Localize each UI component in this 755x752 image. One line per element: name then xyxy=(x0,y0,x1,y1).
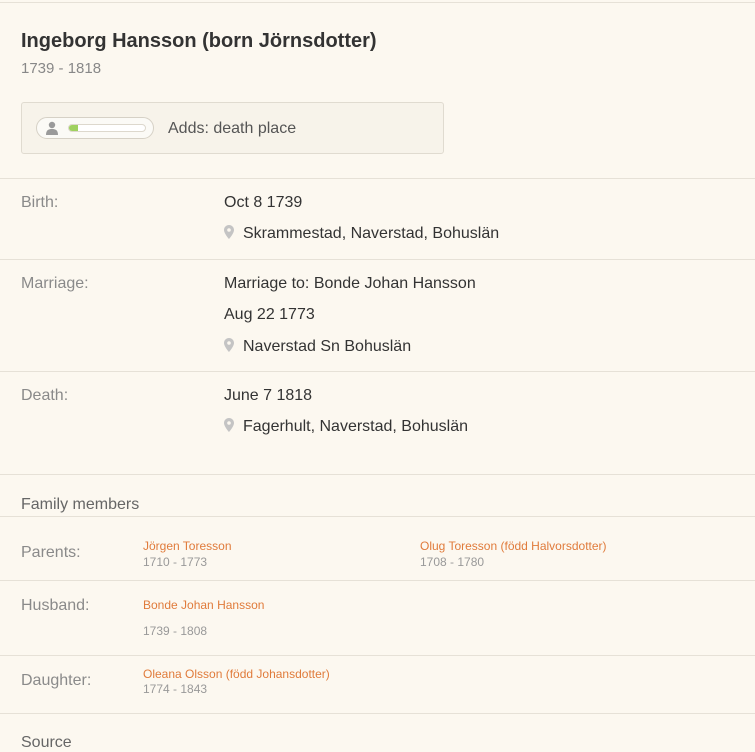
death-place: Fagerhult, Naverstad, Bohuslän xyxy=(224,418,468,436)
husband-link[interactable]: Bonde Johan Hansson xyxy=(143,598,264,612)
family-members-heading: Family members xyxy=(21,496,140,513)
top-divider xyxy=(0,2,755,3)
death-place-text: Fagerhult, Naverstad, Bohuslän xyxy=(243,418,469,435)
marriage-place-text: Naverstad Sn Bohuslän xyxy=(243,338,412,355)
progress-fill xyxy=(69,125,79,131)
person-years: 1739 - 1818 xyxy=(21,60,102,77)
location-pin-icon xyxy=(224,225,234,239)
marriage-label: Marriage: xyxy=(21,275,89,292)
marriage-spouse: Marriage to: Bonde Johan Hansson xyxy=(224,275,476,292)
father-link[interactable]: Jörgen Toresson xyxy=(143,539,232,553)
progress-track xyxy=(68,124,146,132)
person-name: Ingeborg Hansson (born Jörnsdotter) xyxy=(21,30,377,52)
death-label: Death: xyxy=(21,387,69,404)
divider xyxy=(0,516,755,517)
daughter-link[interactable]: Oleana Olsson (född Johansdotter) xyxy=(143,667,330,681)
divider xyxy=(0,259,755,260)
divider xyxy=(0,713,755,714)
location-pin-icon xyxy=(224,338,234,352)
divider xyxy=(0,474,755,475)
birth-place-text: Skrammestad, Naverstad, Bohuslän xyxy=(243,225,500,242)
contribution-meter xyxy=(36,117,154,139)
location-pin-icon xyxy=(224,418,234,432)
divider xyxy=(0,580,755,581)
mother-link[interactable]: Olug Toresson (född Halvorsdotter) xyxy=(420,539,607,553)
daughter-years: 1774 - 1843 xyxy=(143,682,208,696)
parents-label: Parents: xyxy=(21,544,81,561)
marriage-date: Aug 22 1773 xyxy=(224,306,315,323)
birth-label: Birth: xyxy=(21,194,59,211)
death-date: June 7 1818 xyxy=(224,387,313,404)
husband-label: Husband: xyxy=(21,597,90,614)
husband-years: 1739 - 1808 xyxy=(143,624,208,638)
person-icon xyxy=(46,121,58,135)
mother-years: 1708 - 1780 xyxy=(420,555,485,569)
contribution-text: Adds: death place xyxy=(168,120,297,137)
father-years: 1710 - 1773 xyxy=(143,555,208,569)
marriage-place: Naverstad Sn Bohuslän xyxy=(224,338,411,356)
source-heading: Source xyxy=(21,734,72,751)
contribution-card[interactable]: Adds: death place xyxy=(21,102,444,154)
divider xyxy=(0,178,755,179)
daughter-label: Daughter: xyxy=(21,672,92,689)
birth-date: Oct 8 1739 xyxy=(224,194,303,211)
divider xyxy=(0,655,755,656)
birth-place: Skrammestad, Naverstad, Bohuslän xyxy=(224,225,499,243)
divider xyxy=(0,371,755,372)
